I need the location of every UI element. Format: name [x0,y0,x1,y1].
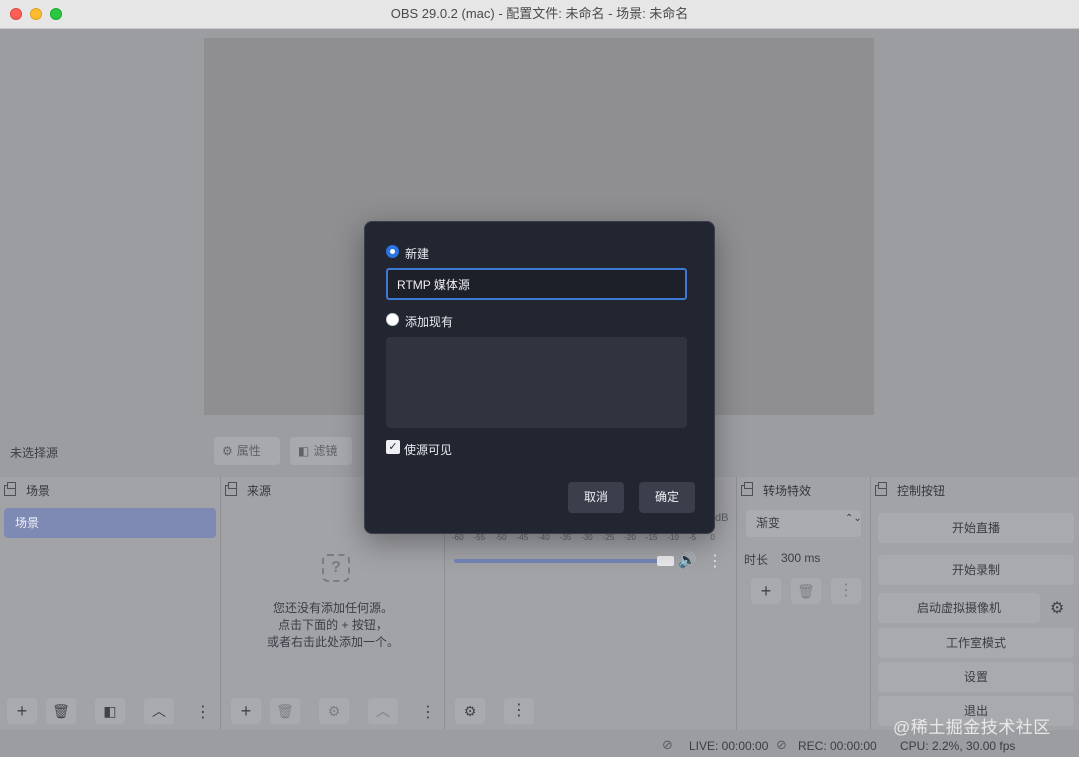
scale-tick: -45 [516,533,529,542]
scale-tick: -25 [602,533,615,542]
controls-dock-title: 控制按钮 [897,484,946,498]
scenes-dock-header: 场景 [0,477,220,505]
cpu-fps-readout: CPU: 2.2%, 30.00 fps [900,739,1016,753]
start-streaming-button[interactable]: 开始直播 [878,513,1074,543]
properties-label: 属性 [236,444,261,458]
speaker-icon[interactable]: 🔊 [678,551,697,569]
transitions-dock-header: 转场特效 [737,477,870,505]
checkmark-icon: ✓ [388,441,398,453]
no-source-selected-label: 未选择源 [10,446,59,460]
make-visible-checkbox[interactable]: ✓ [386,440,400,454]
filters-button[interactable]: ◧ 滤镜 [290,437,352,465]
remove-scene-button[interactable]: 🗑 [46,698,76,724]
dock-float-icon[interactable] [225,482,237,496]
scenes-dock-title: 场景 [26,484,51,498]
duration-spinbox[interactable]: 300 ms [775,545,861,571]
dock-float-icon[interactable] [741,482,753,496]
volume-slider-handle[interactable] [657,556,674,566]
transition-selected-value: 渐变 [756,516,781,530]
scale-tick: -50 [495,533,507,542]
watermark: @稀土掘金技术社区 [893,718,1051,737]
add-existing-radio[interactable] [386,313,399,326]
transitions-dock-title: 转场特效 [763,484,812,498]
scale-tick: -40 [538,533,550,542]
mixer-settings-button[interactable]: ⚙ [455,698,485,724]
mixer-more-icon[interactable]: ⋮ [707,551,723,571]
trash-icon: 🗑 [276,703,294,719]
move-scene-up-button[interactable]: ︿ [144,698,174,724]
rec-status-icon: ⊘ [776,737,787,752]
virtual-camera-settings-icon[interactable]: ⚙ [1050,598,1064,618]
mixer-menu-button[interactable]: ⋮ [504,698,534,724]
existing-sources-list[interactable] [386,337,687,428]
source-properties-button[interactable]: ⚙ [319,698,349,724]
scale-tick: -60 [452,533,464,542]
start-virtual-camera-button[interactable]: 启动虚拟摄像机 [878,593,1040,623]
scale-tick: -55 [473,533,486,542]
chevron-up-icon: ︿ [376,703,390,719]
scenes-more-icon[interactable]: ⋮ [195,702,211,722]
scene-filters-button[interactable]: ◧ [95,698,125,724]
db-label: dB [715,512,729,524]
sources-empty-message[interactable]: 您还没有添加任何源。 点击下面的 + 按钮， 或者右击此处添加一个。 [222,600,444,651]
start-recording-button[interactable]: 开始录制 [878,555,1074,585]
transition-menu-button[interactable]: ⋮ [831,578,861,604]
gears-icon: ⚙ [463,703,477,719]
scale-tick: -15 [645,533,658,542]
empty-message-line: 或者右击此处添加一个。 [266,635,399,649]
mixer-scale: -60 -55 -50 -45 -40 -35 -30 -25 -20 -15 … [452,533,732,542]
scale-tick: -20 [624,533,636,542]
duration-value: 300 ms [781,551,821,565]
filters-label: 滤镜 [313,444,338,458]
trash-icon: 🗑 [797,583,815,599]
select-arrows-icon: ⌃⌄ [845,513,862,524]
studio-mode-button[interactable]: 工作室模式 [878,628,1074,658]
live-timer: LIVE: 00:00:00 [689,739,769,753]
window-title: OBS 29.0.2 (mac) - 配置文件: 未命名 - 场景: 未命名 [390,6,689,21]
scale-tick: 0 [710,533,715,542]
sources-dock-title: 来源 [247,484,272,498]
dock-float-icon[interactable] [4,482,16,496]
source-name-input[interactable] [386,268,687,300]
remove-transition-button[interactable]: 🗑 [791,578,821,604]
dock-float-icon[interactable] [875,482,887,496]
sources-more-icon[interactable]: ⋮ [420,702,436,722]
properties-button[interactable]: ⚙ 属性 [214,437,280,465]
trash-icon: 🗑 [52,703,70,719]
create-new-radio[interactable] [386,245,399,258]
ok-button[interactable]: 确定 [639,482,695,513]
question-icon: ? [322,554,350,582]
scale-tick: -30 [581,533,593,542]
scale-tick: -35 [559,533,572,542]
settings-button[interactable]: 设置 [878,662,1074,692]
create-new-label: 新建 [405,247,430,261]
volume-slider[interactable] [454,559,669,563]
scale-tick: -5 [688,533,696,542]
gear-icon: ⚙ [222,444,233,458]
remove-source-button[interactable]: 🗑 [270,698,300,724]
cancel-button[interactable]: 取消 [568,482,624,513]
move-source-up-button[interactable]: ︿ [368,698,398,724]
add-transition-button[interactable]: + [751,578,781,604]
make-visible-label: 使源可见 [404,443,453,457]
add-existing-label: 添加现有 [405,315,454,329]
scale-tick: -10 [667,533,679,542]
filter-icon: ◧ [298,444,310,458]
add-scene-button[interactable]: + [7,698,37,724]
filter-icon: ◧ [103,703,117,719]
add-source-button[interactable]: + [231,698,261,724]
transition-select[interactable]: 渐变 [746,510,861,537]
live-status-icon: ⊘ [662,737,673,752]
gear-icon: ⚙ [327,703,341,719]
empty-message-line: 您还没有添加任何源。 [272,601,393,615]
rec-timer: REC: 00:00:00 [798,739,877,753]
empty-message-line: 点击下面的 + 按钮， [278,618,388,632]
chevron-up-icon: ︿ [152,703,166,719]
duration-label: 时长 [744,553,769,567]
scene-list-item[interactable]: 场景 [4,508,216,538]
controls-dock-header: 控制按钮 [871,477,1079,505]
